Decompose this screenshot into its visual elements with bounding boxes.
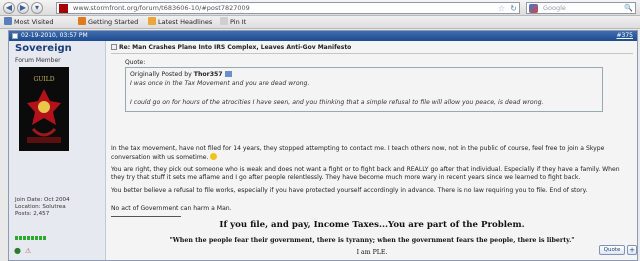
- quote-attribution: Originally Posted by Thor357: [130, 71, 232, 78]
- post-header: 02-19-2010, 03:57 PM #375: [9, 31, 637, 41]
- signature-divider: [111, 216, 181, 217]
- quote-line-1: I was once in the Tax Movement and you a…: [130, 80, 310, 87]
- join-date: Join Date: Oct 2004: [15, 197, 70, 203]
- user-details: Join Date: Oct 2004 Location: Solutrea P…: [15, 197, 70, 218]
- back-arrow-icon[interactable]: ◀: [3, 2, 15, 14]
- post-number-link[interactable]: #375: [617, 31, 633, 41]
- report-post-icon[interactable]: ⚠: [25, 247, 31, 255]
- svg-text:GUILD: GUILD: [33, 76, 54, 83]
- quote-box: Originally Posted by Thor357 I was once …: [125, 67, 603, 112]
- search-box[interactable]: Google 🔍: [526, 2, 636, 14]
- page-icon: [220, 17, 228, 25]
- bookmark-latest-headlines[interactable]: Latest Headlines: [148, 16, 212, 29]
- online-status-icon: ●: [14, 246, 21, 255]
- post-content: Re: Man Crashes Plane Into IRS Complex, …: [107, 41, 637, 260]
- quote-button[interactable]: Quote: [599, 245, 625, 255]
- search-input[interactable]: Google: [543, 3, 566, 14]
- body-paragraph-3: You better believe a refusal to file wor…: [111, 187, 588, 194]
- avatar[interactable]: GUILD: [19, 67, 69, 151]
- reload-icon[interactable]: ↻: [510, 3, 517, 14]
- smiley-icon: [210, 153, 218, 160]
- post-title-icon: [111, 44, 117, 50]
- quote-author: Thor357: [193, 71, 223, 78]
- signature-line-2: "When the people fear their government, …: [169, 237, 575, 244]
- browser-toolbar: ◀ ▶ ▾ www.stormfront.org/forum/t683606-1…: [0, 0, 640, 16]
- post-count: Posts: 2,457: [15, 211, 50, 217]
- post-date: 02-19-2010, 03:57 PM: [21, 32, 88, 39]
- title-divider: [111, 53, 633, 54]
- bookmark-star-icon[interactable]: ☆: [498, 3, 505, 14]
- most-visited-icon: [4, 17, 12, 25]
- bookmark-most-visited[interactable]: Most Visited: [4, 16, 54, 29]
- site-favicon-icon: [59, 4, 68, 13]
- location: Location: Solutrea: [15, 204, 66, 210]
- search-icon[interactable]: 🔍: [624, 3, 633, 14]
- google-logo-icon: [529, 4, 538, 13]
- dropdown-icon[interactable]: ▾: [31, 2, 43, 14]
- reputation-bar: [15, 225, 49, 240]
- user-title: Forum Member: [15, 57, 61, 64]
- forum-post: 02-19-2010, 03:57 PM #375 Sovereign Foru…: [8, 30, 638, 261]
- firefox-icon: [78, 17, 86, 25]
- multi-quote-button[interactable]: +: [627, 245, 637, 255]
- url-text: www.stormfront.org/forum/t683606-10/#pos…: [73, 4, 250, 12]
- post-icon: [12, 33, 18, 39]
- user-info-panel: Sovereign Forum Member GUILD Join Date: …: [9, 41, 106, 260]
- username-link[interactable]: Sovereign: [15, 43, 72, 54]
- bookmark-getting-started[interactable]: Getting Started: [78, 16, 138, 29]
- url-bar[interactable]: www.stormfront.org/forum/t683606-10/#pos…: [56, 2, 520, 14]
- view-post-icon[interactable]: [224, 71, 232, 77]
- forward-arrow-icon[interactable]: ▶: [17, 2, 29, 14]
- bookmarks-bar: Most Visited Getting Started Latest Head…: [0, 16, 640, 29]
- quote-label: Quote:: [125, 59, 146, 66]
- body-paragraph-2: You are right, they pick out someone who…: [111, 166, 620, 181]
- post-title: Re: Man Crashes Plane Into IRS Complex, …: [111, 44, 351, 51]
- bookmark-pin-it[interactable]: Pin It: [220, 16, 246, 29]
- body-paragraph-4: No act of Government can harm a Man.: [111, 205, 232, 212]
- signature-line-1: If you file, and pay, Income Taxes...You…: [219, 220, 525, 230]
- rss-feed-icon: [148, 17, 156, 25]
- quote-line-2: I could go on for hours of the atrocitie…: [130, 99, 544, 106]
- signature-line-3: I am PLE.: [356, 249, 388, 256]
- body-paragraph-1: In the tax movement, have not filed for …: [111, 145, 605, 161]
